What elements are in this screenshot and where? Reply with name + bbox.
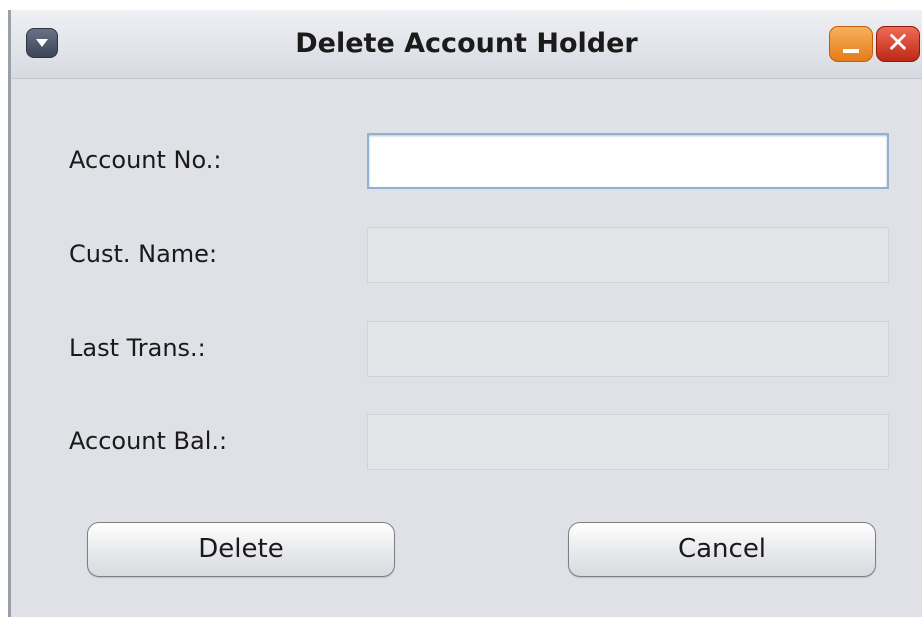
title-bar: Delete Account Holder ✕ <box>11 10 922 79</box>
delete-button[interactable]: Delete <box>87 522 395 577</box>
minimize-icon[interactable] <box>829 26 873 62</box>
account-no-label: Account No.: <box>69 146 222 174</box>
account-no-input[interactable] <box>367 133 889 189</box>
account-bal-field <box>367 414 889 470</box>
cust-name-field <box>367 227 889 283</box>
last-trans-label: Last Trans.: <box>69 334 206 362</box>
cancel-button[interactable]: Cancel <box>568 522 876 577</box>
cust-name-label: Cust. Name: <box>69 240 218 268</box>
delete-account-holder-window: Delete Account Holder ✕ Account No.: Cus… <box>8 10 922 617</box>
close-icon[interactable]: ✕ <box>876 26 920 62</box>
last-trans-field <box>367 321 889 377</box>
window-title: Delete Account Holder <box>295 28 638 59</box>
account-bal-label: Account Bal.: <box>69 427 228 455</box>
